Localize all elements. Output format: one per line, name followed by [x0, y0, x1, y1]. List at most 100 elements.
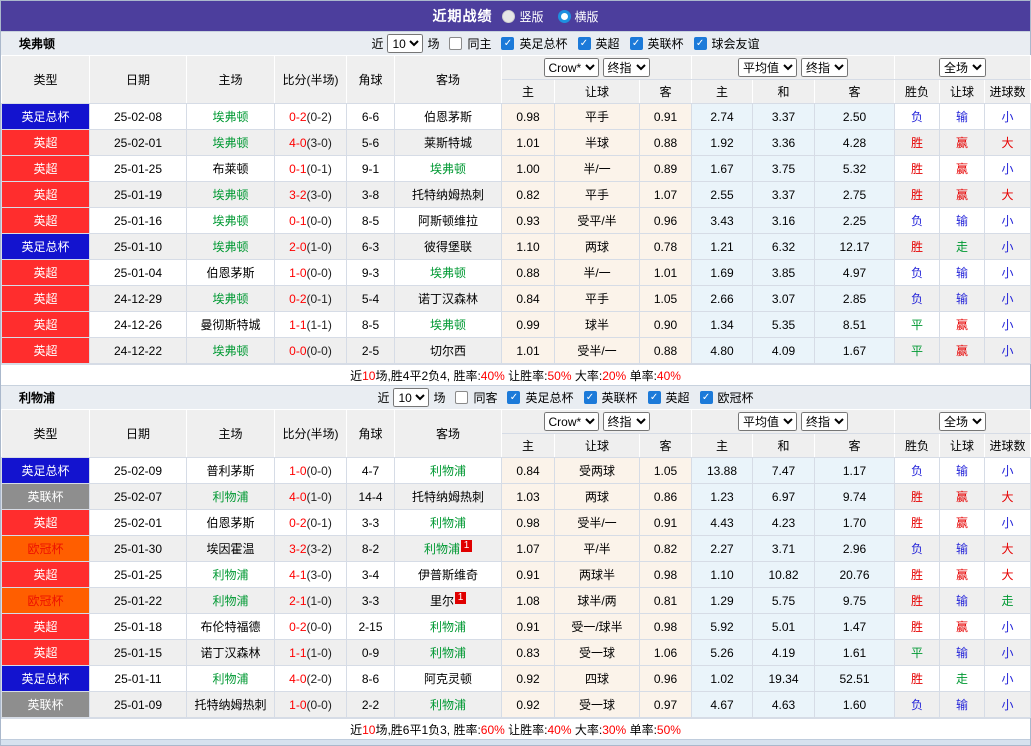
handicap-line: 四球	[554, 665, 640, 692]
away-team-cell: 埃弗顿	[394, 311, 502, 338]
layout-radio-option[interactable]: 横版	[557, 8, 599, 25]
odds-group-header: 平均值 终指	[690, 409, 896, 434]
league-filter-checkbox[interactable]: ✓	[693, 37, 707, 50]
full-match-select[interactable]: 全场	[939, 58, 987, 77]
layout-radio-option[interactable]: 竖版	[502, 8, 544, 25]
odds-subcolumn-header: 主	[691, 79, 753, 104]
team-sections: 埃弗顿近 10 场同主 ✓ 英足总杯 ✓ 英超 ✓ 英联杯 ✓ 球会友谊 类型 日期 主场 比分(半场) 角球…	[1, 31, 1031, 739]
corner-score: 3-4	[346, 561, 395, 588]
league-filter-checkbox[interactable]: ✓	[507, 391, 521, 404]
result-handicap: 输	[939, 691, 986, 718]
odds-subcolumn-header: 主	[691, 433, 753, 458]
final-index-select[interactable]: 终指	[602, 412, 650, 431]
home-team: 埃弗顿	[186, 129, 275, 156]
column-header: 主场	[186, 409, 275, 458]
result-goals: 小	[984, 233, 1031, 260]
summary-segment: 50%	[547, 368, 572, 383]
layout-radio-label: 竖版	[519, 9, 544, 24]
odds-subcolumn-header: 胜负	[894, 433, 941, 458]
crow-home-odds: 1.01	[501, 337, 555, 364]
avg-home-odds: 2.27	[691, 535, 753, 562]
final-index-select[interactable]: 终指	[801, 58, 848, 77]
crow-away-odds: 0.78	[639, 233, 692, 260]
match-date: 25-01-19	[89, 181, 187, 208]
away-team: 阿克灵顿	[423, 672, 472, 686]
result-goals: 小	[984, 639, 1031, 666]
crow-odds-select[interactable]: Crow*	[543, 58, 599, 77]
final-index-select[interactable]: 终指	[602, 58, 650, 77]
same-venue-checkbox[interactable]	[455, 391, 469, 404]
crow-home-odds: 0.92	[501, 665, 555, 692]
match-count-select[interactable]: 10	[387, 34, 424, 53]
avg-draw-odds: 6.32	[752, 233, 815, 260]
league-filter-checkbox[interactable]: ✓	[629, 37, 643, 50]
odds-group-header: Crow* 终指	[501, 409, 692, 434]
result-handicap: 赢	[939, 129, 986, 156]
summary-segment: 大率:	[571, 722, 603, 737]
avg-home-odds: 5.26	[691, 639, 753, 666]
same-venue-checkbox[interactable]	[449, 37, 463, 50]
crow-home-odds: 0.84	[501, 285, 555, 312]
average-odds-select[interactable]: 平均值	[738, 58, 797, 77]
average-odds-select[interactable]: 平均值	[738, 412, 797, 431]
result-handicap: 赢	[939, 155, 986, 182]
column-header: 日期	[89, 55, 187, 104]
matches-table: 类型 日期 主场 比分(半场) 角球 客场 Crow* 终指 平均值 终指 全场主让球客主和客胜负让…	[1, 55, 1031, 364]
summary-segment: 40%	[656, 368, 681, 383]
league-filter-checkbox[interactable]: ✓	[501, 37, 515, 50]
league-filter-label: 欧冠杯	[717, 391, 754, 405]
handicap-line: 球半	[554, 311, 640, 338]
match-date: 25-02-01	[89, 129, 187, 156]
home-team: 普利茅斯	[186, 457, 275, 484]
avg-home-odds: 3.43	[691, 207, 753, 234]
crow-away-odds: 0.91	[639, 509, 692, 536]
final-index-select[interactable]: 终指	[801, 412, 848, 431]
league-badge: 英超	[1, 207, 90, 234]
score-cell: 0-2(0-1)	[274, 509, 347, 536]
avg-draw-odds: 3.07	[752, 285, 815, 312]
match-date: 25-01-22	[89, 587, 187, 614]
avg-away-odds: 2.85	[813, 285, 896, 312]
avg-draw-odds: 4.23	[752, 509, 815, 536]
score-cell: 3-2(3-2)	[274, 535, 347, 562]
league-filter-checkbox[interactable]: ✓	[577, 37, 591, 50]
full-match-select[interactable]: 全场	[939, 412, 987, 431]
league-badge: 英超	[1, 509, 90, 536]
summary-segment: 大率:	[571, 368, 603, 383]
match-date: 25-02-07	[89, 483, 187, 510]
matches-table: 类型 日期 主场 比分(半场) 角球 客场 Crow* 终指 平均值 终指 全场主让球客主和客胜负让…	[1, 409, 1031, 718]
crow-odds-select[interactable]: Crow*	[543, 412, 599, 431]
result-goals: 大	[984, 129, 1031, 156]
handicap-line: 受两球	[554, 457, 640, 484]
odds-subcolumn-header: 和	[752, 79, 815, 104]
league-filter-checkbox[interactable]: ✓	[647, 391, 661, 404]
home-team: 埃弗顿	[186, 285, 275, 312]
result-goals: 小	[984, 155, 1031, 182]
away-team: 阿斯顿维拉	[417, 214, 478, 228]
league-filter-checkbox[interactable]: ✓	[583, 391, 597, 404]
fulltime-score: 2-1	[289, 593, 307, 608]
avg-draw-odds: 3.75	[752, 155, 815, 182]
radio-unselected-icon[interactable]	[557, 9, 571, 23]
halftime-score: (2-0)	[306, 671, 332, 686]
avg-home-odds: 5.92	[691, 613, 753, 640]
result-handicap: 输	[939, 639, 986, 666]
halftime-score: (3-0)	[306, 135, 332, 150]
team-section-band: 利物浦 近 10 场 同客 ✓ 英足总杯 ✓ 英联杯 ✓ 英超 ✓ 欧冠杯	[1, 385, 1030, 409]
result-outcome: 胜	[894, 613, 941, 640]
away-team-cell: 里尔 1	[394, 587, 502, 614]
league-filter-checkbox[interactable]: ✓	[699, 391, 713, 404]
radio-selected-icon[interactable]	[502, 9, 516, 23]
league-badge: 英足总杯	[1, 457, 90, 484]
match-count-select[interactable]: 10	[393, 388, 430, 407]
fulltime-score: 1-0	[289, 463, 307, 478]
match-date: 25-02-08	[89, 103, 187, 130]
fulltime-score: 0-1	[289, 161, 307, 176]
avg-draw-odds: 3.16	[752, 207, 815, 234]
match-row: 英超 25-01-19 埃弗顿 3-2(3-0) 3-8 托特纳姆热刺 0.82 平手 1.07…	[1, 181, 1031, 208]
fulltime-score: 1-1	[289, 645, 307, 660]
league-badge: 英超	[1, 337, 90, 364]
league-badge: 英足总杯	[1, 233, 90, 260]
avg-away-odds: 8.51	[813, 311, 896, 338]
avg-draw-odds: 4.63	[752, 691, 815, 718]
